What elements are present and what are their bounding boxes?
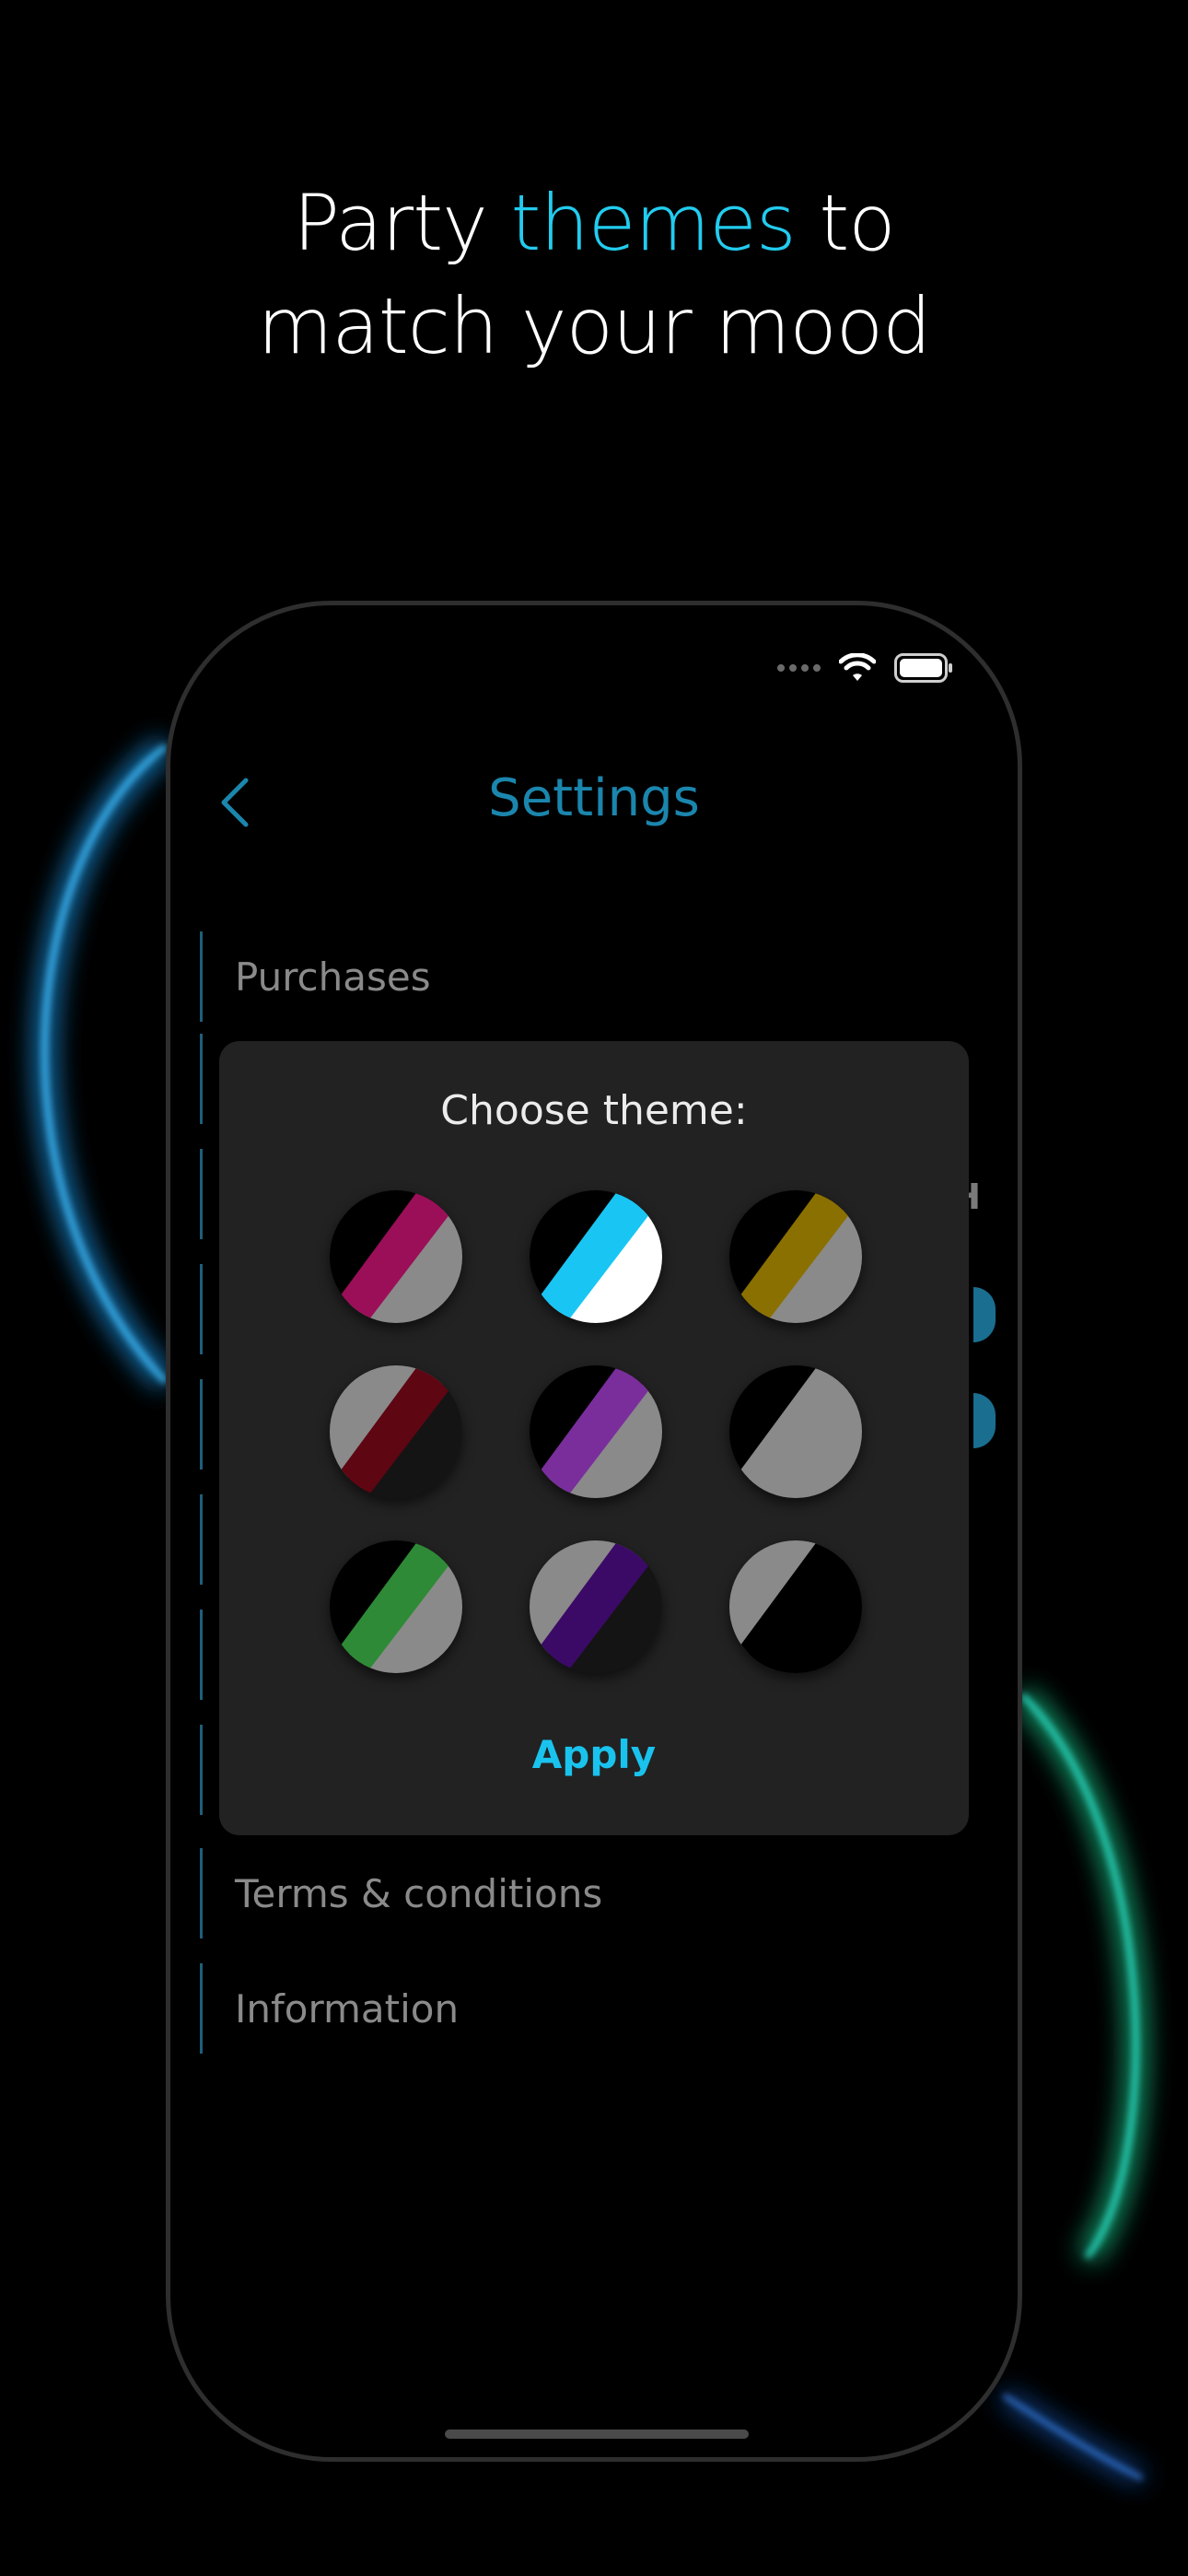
headline-part1: Party <box>293 178 511 268</box>
wifi-icon <box>839 653 876 683</box>
toggle-switch-peek[interactable] <box>973 1393 996 1448</box>
theme-swatch-magenta[interactable] <box>330 1190 462 1323</box>
settings-item-purchases[interactable]: Purchases <box>200 919 1018 1035</box>
theme-swatch-gold[interactable] <box>729 1190 862 1323</box>
signal-dots-icon <box>777 664 821 672</box>
headline-part2: to <box>795 178 895 268</box>
settings-item-accent-bar <box>200 1494 203 1585</box>
settings-item-accent-bar <box>200 1264 203 1354</box>
theme-swatch-mono-black[interactable] <box>729 1540 862 1673</box>
settings-item-accent-bar <box>200 1379 203 1469</box>
settings-item-information[interactable]: Information <box>200 1950 1018 2067</box>
settings-item-accent-bar <box>200 1963 203 2054</box>
home-indicator <box>445 2430 749 2439</box>
settings-item-accent-bar <box>200 1034 203 1124</box>
chevron-left-icon[interactable] <box>215 775 255 830</box>
settings-item-label: Terms & conditions <box>235 1870 603 1916</box>
theme-swatch-crimson[interactable] <box>330 1365 462 1498</box>
headline-accent: themes <box>510 178 797 268</box>
page-title: Settings <box>488 768 700 828</box>
apply-button[interactable]: Apply <box>219 1732 969 1777</box>
theme-swatch-indigo[interactable] <box>530 1540 662 1673</box>
headline-line2: match your mood <box>257 281 932 371</box>
theme-picker-dialog: Choose theme: Apply <box>219 1041 969 1835</box>
theme-swatch-green[interactable] <box>330 1540 462 1673</box>
toggle-switch-peek[interactable] <box>973 1287 996 1342</box>
settings-item-accent-bar <box>200 1848 203 1938</box>
theme-swatch-purple[interactable] <box>530 1365 662 1498</box>
headline-line1: Party themes to <box>0 171 1188 275</box>
battery-icon <box>894 653 953 683</box>
settings-item-label: Information <box>235 1985 460 2032</box>
theme-swatch-mono-grey[interactable] <box>729 1365 862 1498</box>
status-bar <box>777 650 953 686</box>
settings-item-accent-bar <box>200 1149 203 1239</box>
settings-item-accent-bar <box>200 1725 203 1815</box>
dialog-title: Choose theme: <box>440 1087 748 1134</box>
settings-item-accent-bar <box>200 1610 203 1700</box>
theme-swatch-cyan[interactable] <box>530 1190 662 1323</box>
settings-item-label: Purchases <box>235 954 431 1000</box>
settings-item-accent-bar <box>200 931 203 1022</box>
nav-bar: Settings <box>170 762 1018 836</box>
settings-item-terms[interactable]: Terms & conditions <box>200 1835 1018 1951</box>
marketing-headline: Party themes to match your mood <box>0 171 1188 378</box>
